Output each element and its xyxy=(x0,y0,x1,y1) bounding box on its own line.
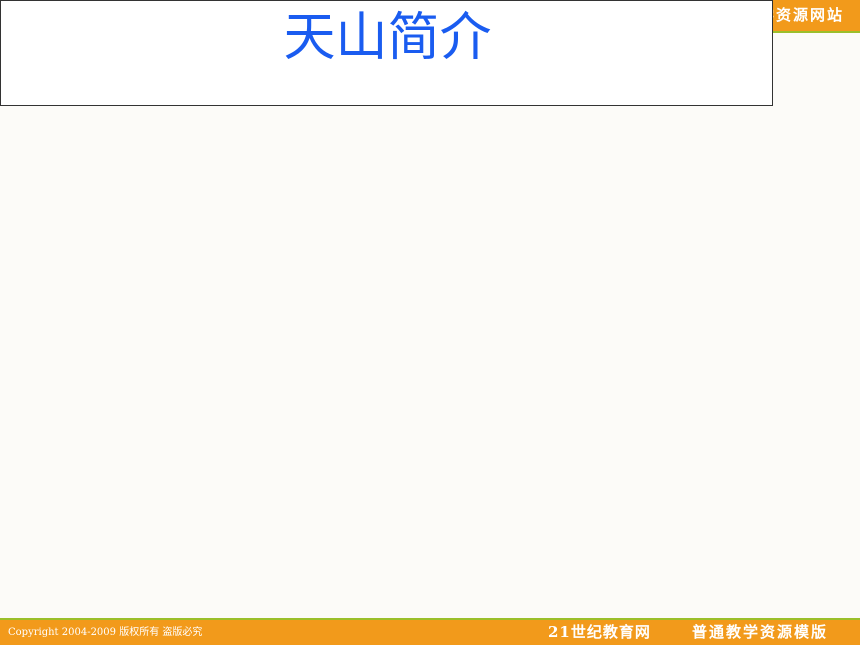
footer-accent-line xyxy=(0,618,860,620)
template-name: 普通教学资源模版 xyxy=(692,623,829,641)
site-name: 21世纪教育网 xyxy=(548,623,651,641)
copyright-text: Copyright 2004-2009 版权所有 盗版必究 xyxy=(8,627,203,638)
title-box[interactable]: 天山简介 xyxy=(0,0,773,106)
footer-bar: Copyright 2004-2009 版权所有 盗版必究 21世纪教育网 普通… xyxy=(0,618,860,645)
slide-title: 天山简介 xyxy=(283,8,492,68)
